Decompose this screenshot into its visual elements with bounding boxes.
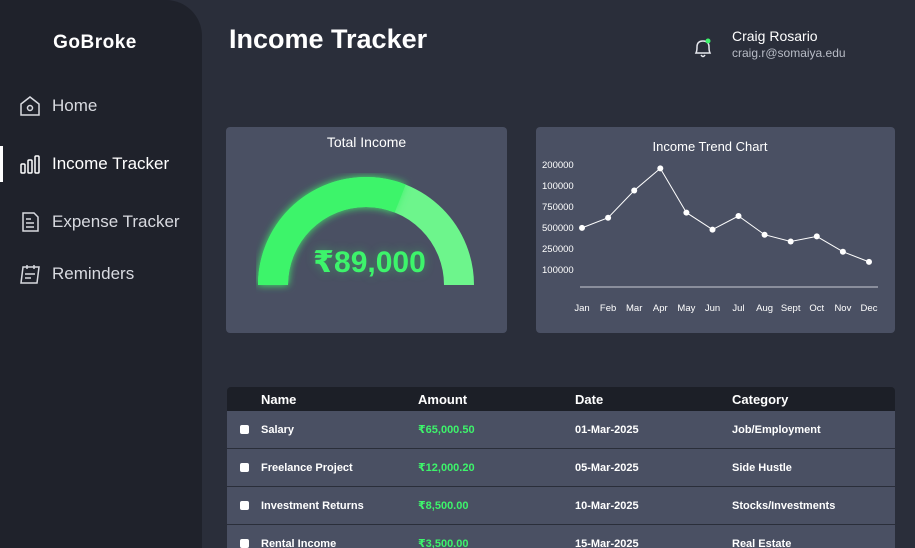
table-row[interactable]: Freelance Project ₹12,000.20 05-Mar-2025… [227,449,895,487]
user-email: craig.r@somaiya.edu [732,46,846,60]
y-tick-label: 750000 [542,202,574,213]
row-checkbox[interactable] [227,501,261,510]
row-name: Investment Returns [261,499,364,512]
x-tick-label: Sept [781,303,801,314]
data-point [866,258,872,265]
x-tick-label: Nov [834,303,851,314]
y-tick-label: 100000 [542,265,574,276]
row-amount: ₹65,000.50 [418,424,475,436]
receipt-icon [22,212,39,232]
sidebar-item-label: Home [52,96,98,115]
row-category: Stocks/Investments [732,499,836,512]
row-name: Salary [261,423,295,436]
data-point [787,238,794,245]
y-tick-label: 100000 [542,181,574,192]
active-indicator [0,146,3,182]
bar-chart-icon [20,155,40,174]
data-point [631,187,638,194]
data-point [657,165,664,172]
row-name: Rental Income [261,537,337,548]
data-point [735,213,742,219]
row-category: Real Estate [732,537,792,548]
x-tick-label: Mar [626,303,642,314]
data-point [813,233,820,240]
income-series-line [581,167,870,263]
user-name[interactable]: Craig Rosario [732,28,818,44]
column-header-date[interactable]: Date [575,392,732,407]
x-tick-label: Jan [574,303,589,314]
row-date: 01-Mar-2025 [575,423,639,436]
row-date: 10-Mar-2025 [575,499,639,512]
column-header-name[interactable]: Name [261,392,418,407]
data-point [839,248,846,255]
x-tick-label: Dec [861,303,878,314]
income-table: Name Amount Date Category Salary ₹65,000… [227,387,895,548]
income-trend-chart: Income Trend Chart 200000 100000 750000 500… [542,139,878,314]
sidebar-item-label: Income Tracker [52,154,170,173]
row-amount: ₹3,500.00 [418,538,469,548]
y-tick-label: 200000 [542,160,574,171]
sidebar-item-label: Reminders [52,264,135,283]
bell-icon[interactable] [692,36,714,60]
data-point [605,214,612,221]
sidebar-item-reminders[interactable]: Reminders [18,262,134,286]
data-point [761,231,768,238]
income-trend-card: Income Trend Chart 200000 100000 750000 500… [536,127,895,333]
home-icon [20,96,40,116]
total-income-value: ₹89,000 [313,246,426,279]
y-tick-label: 250000 [542,244,574,255]
data-point [579,224,585,231]
table-row[interactable]: Rental Income ₹3,500.00 15-Mar-2025 Real… [227,525,895,548]
row-name: Freelance Project [261,461,353,474]
x-tick-label: Jul [732,303,744,314]
sidebar-item-income-tracker[interactable]: Income Tracker [18,152,169,176]
chart-title: Income Trend Chart [653,139,768,154]
y-tick-label: 500000 [542,223,574,234]
sidebar: GoBroke Home Income Tracker Expense Trac… [0,0,202,548]
row-date: 05-Mar-2025 [575,461,639,474]
data-point [683,209,690,216]
calendar-icon [20,265,40,284]
row-checkbox[interactable] [227,539,261,548]
x-tick-label: Aug [756,303,773,314]
column-header-amount[interactable]: Amount [418,392,575,407]
row-amount: ₹12,000.20 [418,462,475,474]
x-tick-label: Apr [653,303,668,314]
data-point [709,226,716,233]
x-tick-label: Jun [705,303,720,314]
sidebar-item-home[interactable]: Home [18,94,97,118]
page-title: Income Tracker [229,24,428,54]
row-checkbox[interactable] [227,463,261,472]
column-header-category[interactable]: Category [732,392,895,407]
x-tick-label: Oct [809,303,824,314]
row-date: 15-Mar-2025 [575,537,639,548]
brand-logo[interactable]: GoBroke [0,32,190,54]
row-checkbox[interactable] [227,425,261,434]
row-amount: ₹8,500.00 [418,500,469,512]
x-tick-label: Feb [600,303,616,314]
card-title: Total Income [326,134,407,150]
sidebar-item-expense-tracker[interactable]: Expense Tracker [18,210,180,234]
x-tick-label: May [677,303,695,314]
row-category: Side Hustle [732,461,792,474]
total-income-card: Total Income ₹89,000 [226,127,507,333]
sidebar-item-label: Expense Tracker [52,212,180,231]
row-category: Job/Employment [732,423,821,436]
table-row[interactable]: Investment Returns ₹8,500.00 10-Mar-2025… [227,487,895,525]
table-header: Name Amount Date Category [227,387,895,411]
table-row[interactable]: Salary ₹65,000.50 01-Mar-2025 Job/Employ… [227,411,895,449]
